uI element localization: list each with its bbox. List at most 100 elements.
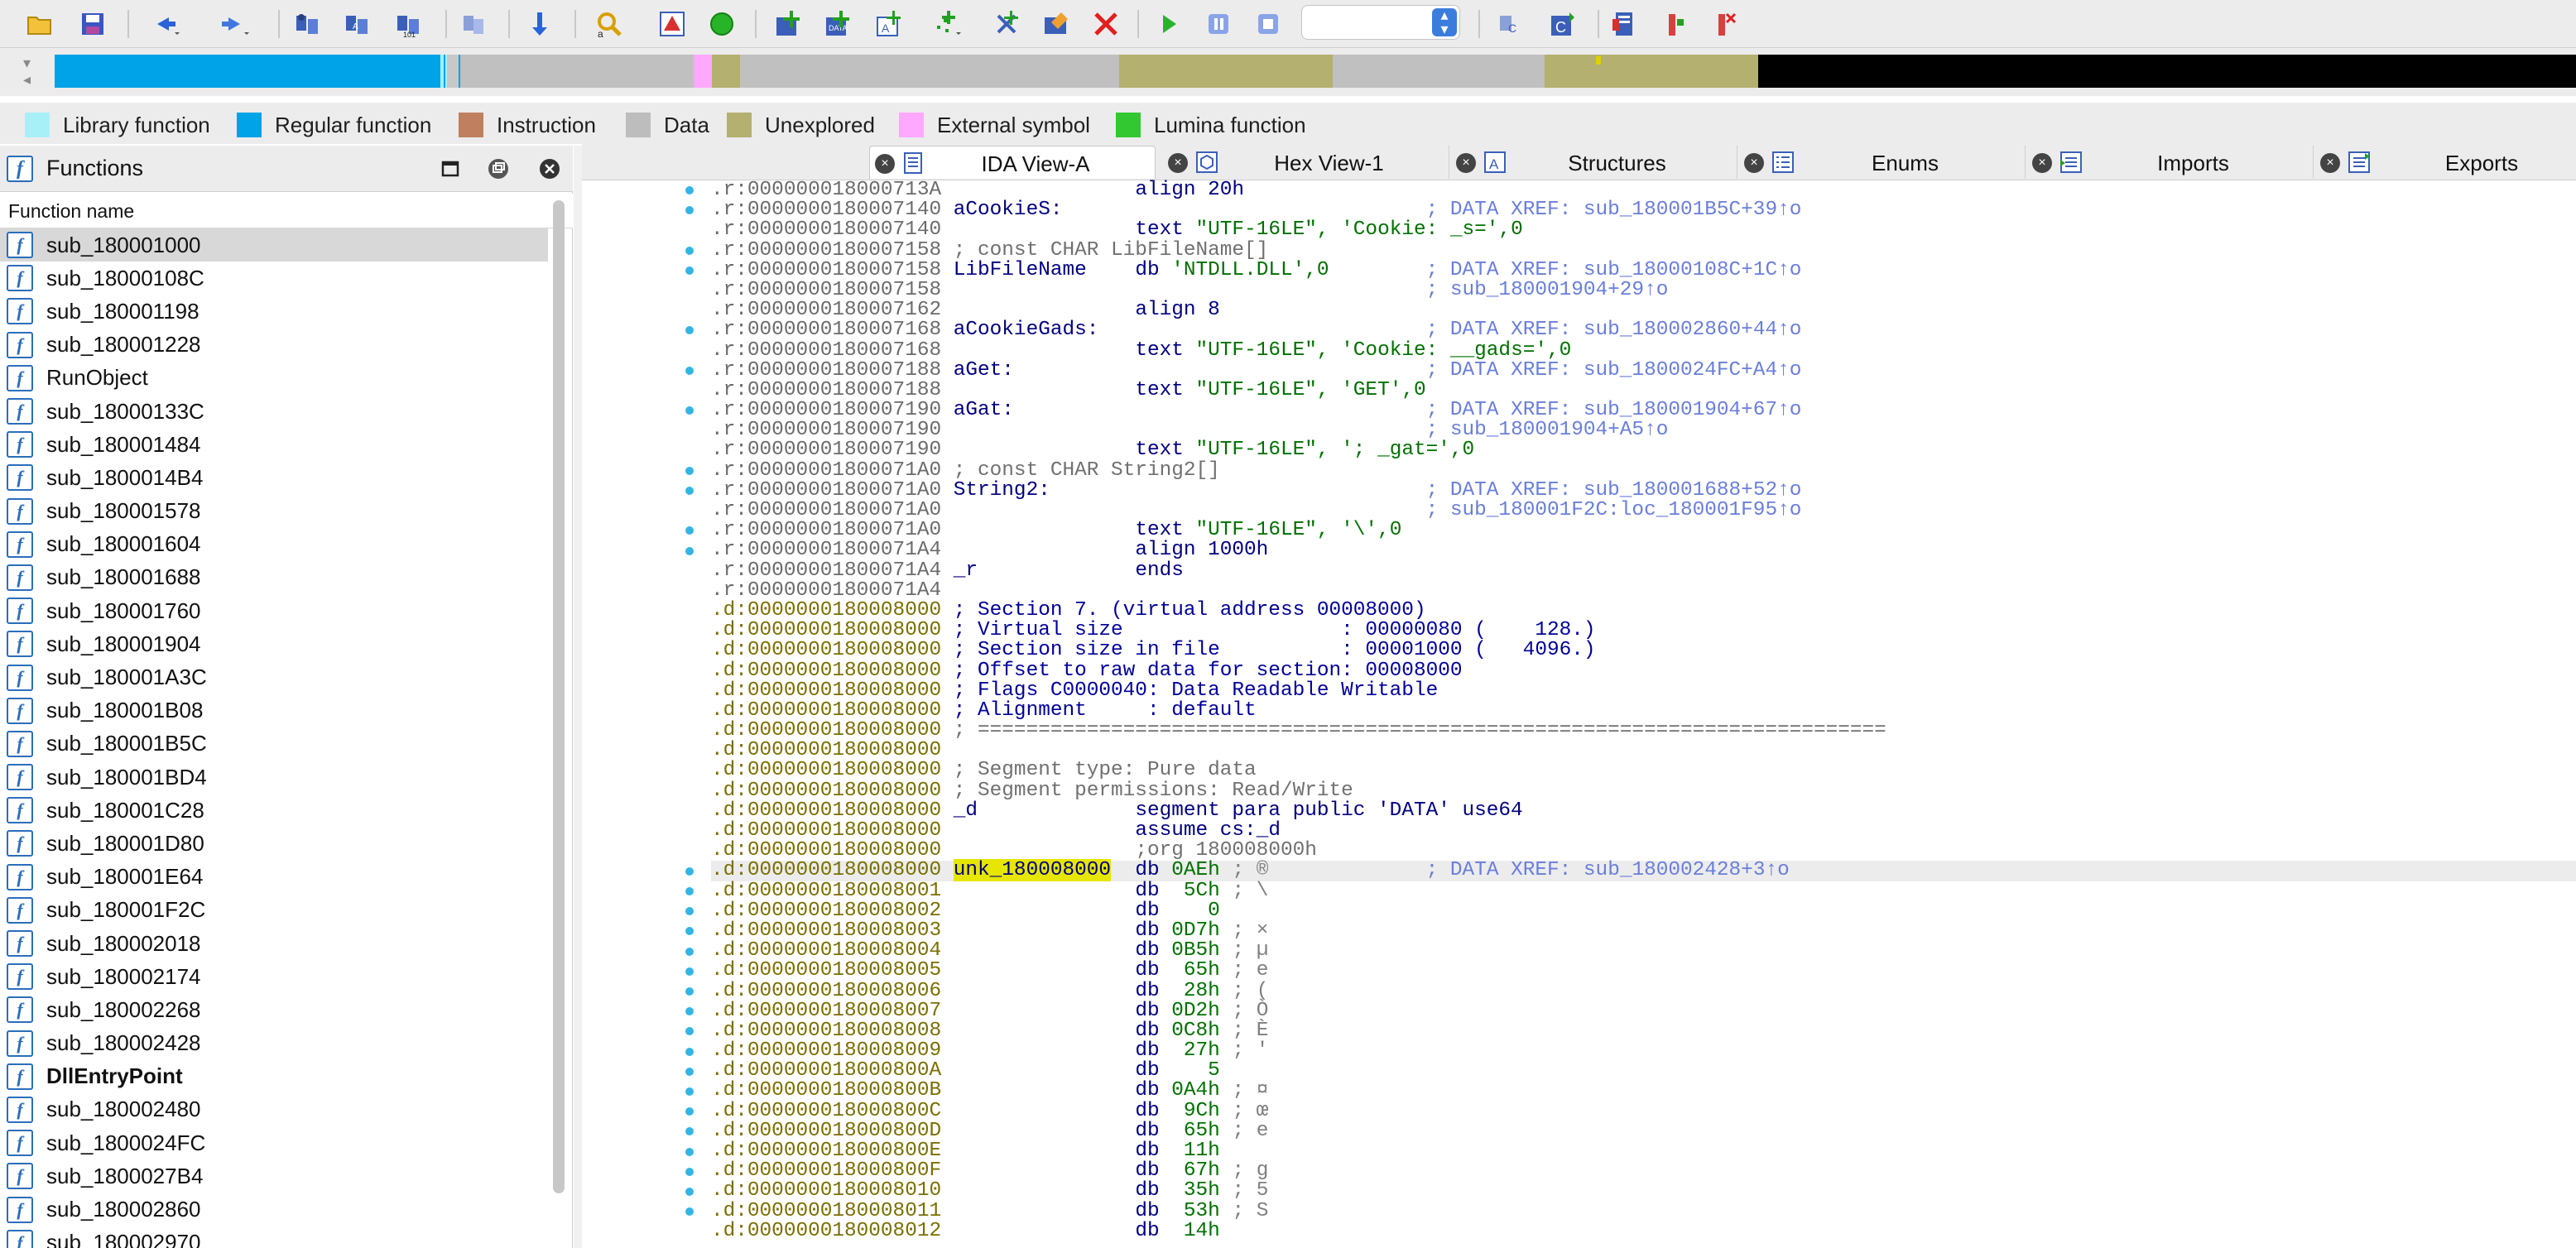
breakpoint-add-icon[interactable] — [1659, 7, 1692, 41]
function-list-item[interactable]: f sub_180002174 — [0, 960, 548, 993]
function-list-item[interactable]: f sub_180001228 — [0, 329, 548, 362]
disasm-line[interactable]: .d:0000000180008002 db 0 — [711, 900, 2576, 921]
disasm-line[interactable]: .d:0000000180008000 — [711, 741, 2576, 761]
restore-icon[interactable] — [487, 157, 510, 180]
xref-comment[interactable]: ; DATA XREF: sub_1800024FC+A4↑o — [1426, 359, 1802, 382]
stop-icon[interactable] — [1252, 7, 1285, 41]
add-data-icon[interactable]: DATA — [821, 7, 854, 41]
disasm-line[interactable]: .d:0000000180008006 db 28h ; ( — [711, 981, 2576, 1001]
disasm-line[interactable]: .r:00000001800071A4 align 1000h — [711, 540, 2576, 560]
back-icon[interactable] — [147, 7, 180, 41]
open-file-icon[interactable] — [23, 7, 56, 41]
disasm-line[interactable]: .r:0000000180007140 text "UTF-16LE", 'Co… — [711, 220, 2576, 240]
disasm-line[interactable]: .d:0000000180008011 db 53h ; S — [711, 1201, 2576, 1222]
tab-structures[interactable]: × A Structures — [1451, 146, 1737, 179]
green-circle-icon[interactable] — [705, 7, 738, 41]
disasm-line[interactable]: .r:00000001800071A0 ; const CHAR String2… — [711, 460, 2576, 481]
disasm-line[interactable]: .d:000000018000800C db 9Ch ; œ — [711, 1101, 2576, 1121]
navigation-strip[interactable] — [55, 55, 2576, 88]
edit-icon[interactable] — [1040, 7, 1073, 41]
graph-icon[interactable] — [656, 7, 689, 41]
disasm-line[interactable]: .r:0000000180007158 LibFileName db 'NTDL… — [711, 259, 2576, 281]
disasm-line[interactable]: .d:000000018000800F db 67h ; g — [711, 1160, 2576, 1181]
function-list-item[interactable]: f sub_180001688 — [0, 561, 548, 594]
disasm-line[interactable]: .d:0000000180008000 ; Virtual size : 000… — [711, 620, 2576, 641]
disasm-line[interactable]: .d:0000000180008000 ; Section 7. (virtua… — [711, 600, 2576, 621]
maximize-icon[interactable] — [439, 157, 462, 180]
disasm-line[interactable]: .r:00000001800071A0 String2: ; DATA XREF… — [711, 479, 2576, 502]
function-list-item[interactable]: f sub_180001000 — [0, 228, 548, 262]
debugger-select[interactable]: ▴ ▾ — [1301, 5, 1460, 40]
function-list-item[interactable]: f sub_180001484 — [0, 428, 548, 461]
disasm-line[interactable]: .d:000000018000800D db 65h ; e — [711, 1121, 2576, 1141]
functions-scrollbar[interactable] — [551, 195, 568, 1248]
disasm-line[interactable]: .d:0000000180008012 db 14h — [711, 1221, 2576, 1241]
disasm-line[interactable]: .d:0000000180008000 ; Offset to raw data… — [711, 660, 2576, 681]
xref-comment[interactable]: ; DATA XREF: sub_180001688+52↑o — [1426, 479, 1802, 502]
disasm-line[interactable]: .d:0000000180008000 ; Alignment : defaul… — [711, 700, 2576, 721]
function-list-item[interactable]: f sub_180001760 — [0, 594, 548, 627]
disasm-line[interactable]: .r:0000000180007158 ; const CHAR LibFile… — [711, 240, 2576, 261]
disasm-line[interactable]: .r:0000000180007168 aCookieGads: ; DATA … — [711, 320, 2576, 340]
function-list-item[interactable]: f sub_180001F2C — [0, 894, 548, 927]
disasm-line[interactable]: .d:000000018000800B db 0A4h ; ¤ — [711, 1081, 2576, 1101]
function-list[interactable]: f sub_180001000 f sub_18000108C f sub_1800011… — [0, 228, 548, 1248]
disasm-line[interactable]: .d:000000018000800A db 5 — [711, 1061, 2576, 1081]
save-icon[interactable] — [76, 7, 109, 41]
delete-icon[interactable] — [1089, 7, 1122, 41]
disasm-line[interactable]: .d:0000000180008000 ; Segment permission… — [711, 780, 2576, 801]
breakpoint-remove-icon[interactable] — [1709, 7, 1742, 41]
line-label[interactable]: LibFileName — [954, 259, 1087, 281]
disasm-line[interactable]: .d:0000000180008008 db 0C8h ; È — [711, 1020, 2576, 1041]
line-label[interactable]: aGet: — [954, 359, 1014, 382]
function-list-item[interactable]: f sub_180001578 — [0, 495, 548, 528]
function-list-item[interactable]: f sub_180001E64 — [0, 861, 548, 894]
function-list-item[interactable]: f sub_1800014B4 — [0, 461, 548, 494]
function-list-item[interactable]: f sub_180001604 — [0, 528, 548, 561]
disasm-line[interactable]: .d:000000018000800E db 11h — [711, 1140, 2576, 1161]
xref-comment[interactable]: ; DATA XREF: sub_180002860+44↑o — [1426, 319, 1802, 341]
function-list-item[interactable]: f sub_180002268 — [0, 993, 548, 1026]
tab-hex-view-1[interactable]: × Hex View-1 — [1163, 146, 1449, 179]
disasm-line[interactable]: .r:0000000180007158 ; sub_180001904+29↑o — [711, 279, 2576, 301]
search-text-icon[interactable]: A — [341, 7, 374, 41]
down-arrow-icon[interactable] — [523, 7, 556, 41]
function-list-item[interactable]: f DllEntryPoint — [0, 1060, 548, 1093]
disassembly-listing[interactable]: .r:000000018000713A align 20h .r:00000001… — [711, 180, 2576, 1248]
disasm-line[interactable]: .d:0000000180008007 db 0D2h ; Ò — [711, 1001, 2576, 1021]
xref-comment[interactable]: ; DATA XREF: sub_18000108C+1C↑o — [1426, 259, 1802, 281]
tab-imports[interactable]: × Imports — [2027, 146, 2314, 179]
xref-comment[interactable]: ; DATA XREF: sub_180001904+67↑o — [1426, 399, 1802, 421]
line-label[interactable]: String2: — [954, 479, 1050, 502]
xref-comment[interactable]: ; sub_180001904+29↑o — [1426, 279, 1669, 301]
disasm-line[interactable]: .r:0000000180007188 aGet: ; DATA XREF: s… — [711, 359, 2576, 382]
disasm-line[interactable]: .d:0000000180008000 unk_180008000 db 0AE… — [711, 859, 2576, 882]
disasm-line[interactable]: .d:0000000180008000 ; Segment type: Pure… — [711, 761, 2576, 780]
disasm-line[interactable]: .r:00000001800071A4 — [711, 580, 2576, 601]
function-list-item[interactable]: f sub_180002860 — [0, 1193, 548, 1226]
chevron-up-icon[interactable]: ▾ — [23, 55, 31, 72]
disasm-line[interactable]: .r:0000000180007190 ; sub_180001904+A5↑o — [711, 420, 2576, 440]
function-list-item[interactable]: f sub_180001A3C — [0, 660, 548, 694]
add-code-icon[interactable] — [771, 7, 805, 41]
jump-icon[interactable] — [291, 7, 324, 41]
pause-icon[interactable] — [1202, 7, 1235, 41]
disasm-line[interactable]: .r:0000000180007140 aCookieS: ; DATA XRE… — [711, 199, 2576, 221]
function-list-item[interactable]: f sub_1800024FC — [0, 1126, 548, 1159]
function-list-item[interactable]: f sub_180001198 — [0, 295, 548, 328]
tab-ida-view-a[interactable]: × IDA View-A — [869, 146, 1156, 179]
search-binary-icon[interactable]: 101 — [392, 7, 425, 41]
function-list-item[interactable]: f sub_180001C28 — [0, 794, 548, 827]
disasm-line[interactable]: .d:0000000180008000 _d segment para publ… — [711, 800, 2576, 821]
xref-comment[interactable]: ; DATA XREF: sub_180001B5C+39↑o — [1426, 199, 1802, 221]
function-list-item[interactable]: f sub_180001BD4 — [0, 761, 548, 794]
disasm-line[interactable]: .r:0000000180007190 aGat: ; DATA XREF: s… — [711, 399, 2576, 421]
function-list-item[interactable]: f sub_180002970 — [0, 1226, 548, 1248]
text-search-icon[interactable]: a — [593, 7, 626, 41]
line-label[interactable]: aGat: — [954, 399, 1014, 421]
notes-icon[interactable] — [1608, 7, 1641, 41]
xref-comment[interactable]: ; sub_180001904+A5↑o — [1426, 419, 1669, 441]
ida-view-a-disassembly[interactable]: .r:000000018000713A align 20h .r:00000001… — [582, 180, 2576, 1248]
tab-exports[interactable]: × Exports — [2315, 146, 2576, 179]
chevron-left-icon[interactable]: ◂ — [23, 71, 31, 89]
